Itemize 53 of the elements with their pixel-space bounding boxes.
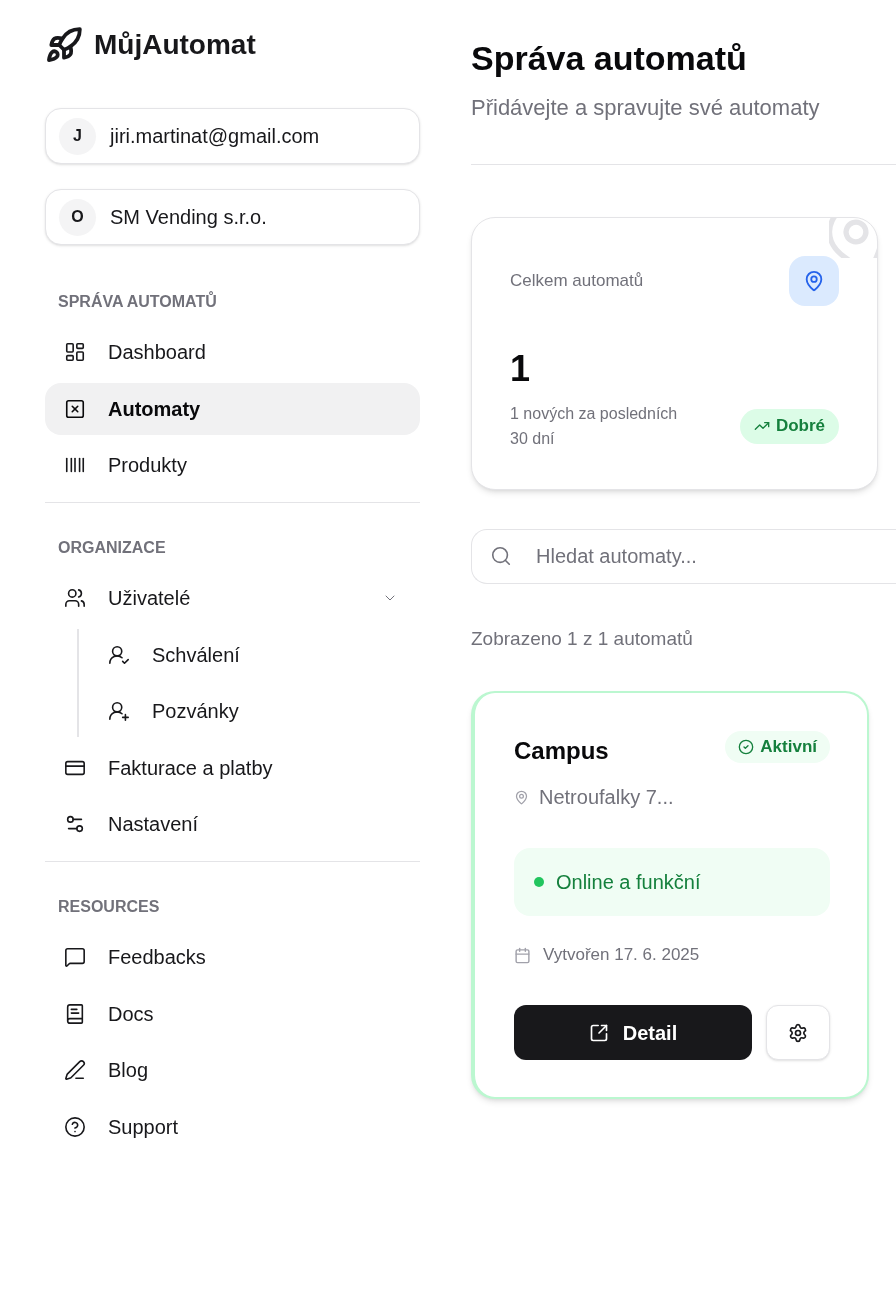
external-link-icon bbox=[588, 1022, 609, 1043]
square-x-icon bbox=[64, 397, 86, 420]
nav-item[interactable]: Blog bbox=[45, 1044, 420, 1096]
machine-address: Netroufalky 7... bbox=[539, 785, 674, 809]
nav-item[interactable]: Produkty bbox=[45, 439, 420, 491]
avatar: J bbox=[59, 117, 96, 155]
nav-item[interactable]: Support bbox=[45, 1100, 420, 1153]
nav-item[interactable]: Schválení bbox=[79, 628, 420, 681]
users-icon bbox=[64, 587, 86, 609]
detail-button[interactable]: Detail bbox=[514, 1005, 752, 1060]
stat-note: 1 nových za posledních 30 dní bbox=[510, 404, 679, 449]
nav-item[interactable]: Dashboard bbox=[45, 326, 420, 378]
check-circle-icon bbox=[738, 739, 755, 755]
search-icon bbox=[490, 545, 512, 567]
calendar-icon bbox=[514, 946, 531, 964]
section-heading: ORGANIZACE bbox=[57, 538, 167, 558]
nav-item[interactable]: Feedbacks bbox=[45, 931, 420, 983]
nav-item[interactable]: Nastavení bbox=[45, 798, 420, 850]
page-subtitle: Přidávejte a spravujte své automaty bbox=[471, 94, 821, 122]
pen-icon bbox=[64, 1059, 86, 1081]
trend-badge: Dobré bbox=[739, 408, 839, 444]
page-title: Správa automatů bbox=[471, 38, 748, 78]
status-badge: Aktivní bbox=[725, 731, 830, 763]
nav-item[interactable]: Fakturace a platby bbox=[45, 741, 420, 794]
nav-item[interactable]: Uživatelé bbox=[45, 572, 420, 624]
settings-button[interactable] bbox=[766, 1005, 830, 1060]
book-icon bbox=[64, 1002, 86, 1025]
map-pin-icon bbox=[789, 256, 839, 306]
section-heading: RESOURCES bbox=[57, 897, 161, 917]
chat-bubble-icon bbox=[64, 946, 86, 968]
search-field[interactable]: Hledat automaty... bbox=[471, 529, 896, 584]
nav-item[interactable]: Docs bbox=[45, 987, 420, 1040]
health-text: Online a funkční bbox=[556, 870, 701, 895]
nav-item[interactable]: Pozvánky bbox=[79, 685, 420, 737]
settings-icon bbox=[788, 1022, 808, 1043]
dashboard-icon bbox=[64, 341, 86, 363]
section-heading: SPRÁVA AUTOMATŮ bbox=[57, 292, 218, 312]
user-plus-icon bbox=[108, 700, 130, 722]
sliders-icon bbox=[64, 813, 86, 835]
app-name: MůjAutomat bbox=[94, 28, 256, 62]
result-count: Zobrazeno 1 z 1 automatů bbox=[471, 627, 694, 651]
help-icon bbox=[64, 1115, 86, 1138]
created-date: Vytvořen 17. 6. 2025 bbox=[543, 944, 700, 966]
stat-label: Celkem automatů bbox=[510, 270, 644, 293]
machine-name: Campus bbox=[514, 736, 609, 766]
account-switcher[interactable]: J jiri.martinat@gmail.com bbox=[45, 108, 420, 164]
avatar: O bbox=[59, 198, 96, 236]
map-pin-icon bbox=[514, 789, 529, 805]
stat-value: 1 bbox=[510, 347, 531, 391]
nav-item[interactable]: Automaty bbox=[45, 382, 420, 435]
user-check-icon bbox=[108, 643, 130, 666]
rocket-icon bbox=[45, 26, 83, 64]
account-switcher[interactable]: O SM Vending s.r.o. bbox=[45, 189, 420, 245]
